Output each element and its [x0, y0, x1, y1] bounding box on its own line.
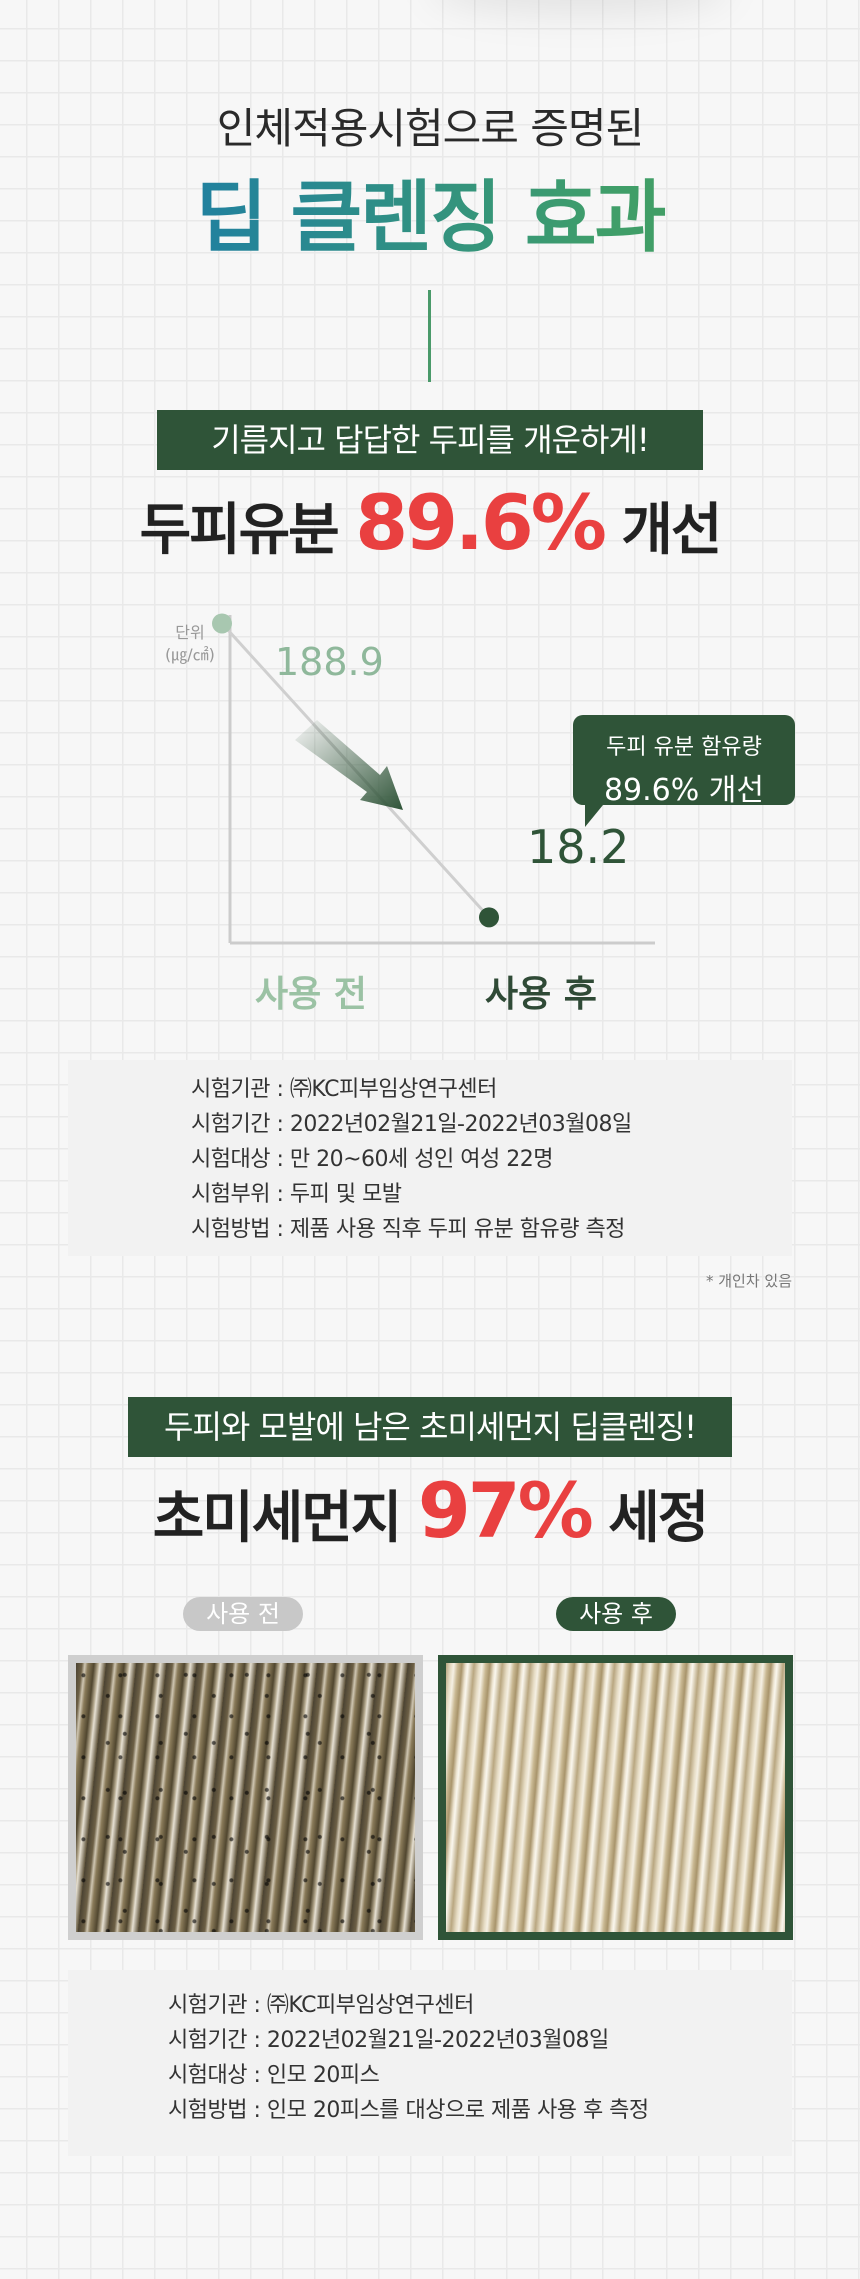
- value-label-before: 188.9: [275, 640, 384, 684]
- category-label-before: 사용 전: [255, 974, 367, 1015]
- after-badge: 사용 후: [556, 1597, 676, 1631]
- info-row: 시험기관 : ㈜KC피부임상연구센터: [168, 1993, 474, 2018]
- info-row: 시험방법 : 인모 20피스를 대상으로 제품 사용 후 측정: [168, 2098, 649, 2123]
- headline-suffix: 세정: [608, 1486, 709, 1551]
- after-photo-frame: [438, 1655, 793, 1940]
- info-row: 시험기간 : 2022년02월21일-2022년03월08일: [168, 2028, 609, 2053]
- section1-banner: 기름지고 답답한 두피를 개운하게!: [157, 410, 703, 470]
- test-info-box-1: 시험기관 : ㈜KC피부임상연구센터 시험기간 : 2022년02월21일-20…: [68, 1060, 792, 1256]
- callout-tail: [585, 805, 603, 827]
- hero-subtitle: 인체적용시험으로 증명된: [216, 104, 644, 153]
- section2-banner: 두피와 모발에 남은 초미세먼지 딥클렌징!: [128, 1397, 732, 1457]
- hero-title: 딥 클렌징 효과: [0, 155, 860, 267]
- callout-bubble: 두피 유분 함유량 89.6% 개선: [573, 715, 795, 808]
- oil-chart: 단위 (㎍/㎠) 188.9 18.2 두피 유분 함유량 89.6% 개선 사…: [155, 610, 795, 1015]
- info-row: 시험기간 : 2022년02월21일-2022년03월08일: [191, 1112, 632, 1137]
- data-point-after: [479, 907, 499, 928]
- info-row: 시험기관 : ㈜KC피부임상연구센터: [191, 1077, 497, 1102]
- before-badge: 사용 전: [183, 1597, 303, 1631]
- test-info-box-2: 시험기관 : ㈜KC피부임상연구센터 시험기간 : 2022년02월21일-20…: [68, 1970, 792, 2156]
- headline-percent: 97%: [417, 1466, 594, 1555]
- section1-headline: 두피유분 89.6% 개선: [0, 478, 860, 567]
- before-hair-photo: [76, 1663, 415, 1932]
- headline-label: 초미세먼지: [152, 1486, 403, 1551]
- decrease-arrow: [295, 720, 403, 810]
- headline-percent: 89.6%: [355, 478, 607, 567]
- info-row: 시험대상 : 인모 20피스: [168, 2063, 380, 2088]
- after-hair-photo: [446, 1663, 785, 1932]
- headline-label: 두피유분: [139, 498, 340, 563]
- divider-line: [428, 290, 431, 382]
- callout-line2: 89.6% 개선: [603, 773, 765, 808]
- data-point-before: [212, 613, 232, 634]
- info-row: 시험대상 : 만 20~60세 성인 여성 22명: [191, 1147, 553, 1172]
- category-label-after: 사용 후: [485, 974, 597, 1015]
- info-row: 시험방법 : 제품 사용 직후 두피 유분 함유량 측정: [191, 1217, 625, 1242]
- section2-headline: 초미세먼지 97% 세정: [0, 1466, 860, 1555]
- top-shadow: [430, 0, 730, 15]
- headline-suffix: 개선: [621, 498, 722, 563]
- disclaimer-note: * 개인차 있음: [705, 1272, 792, 1290]
- value-label-after: 18.2: [527, 820, 630, 874]
- chart-svg: [212, 613, 655, 945]
- before-photo-frame: [68, 1655, 423, 1940]
- callout-line1: 두피 유분 함유량: [606, 735, 762, 760]
- info-row: 시험부위 : 두피 및 모발: [191, 1182, 402, 1207]
